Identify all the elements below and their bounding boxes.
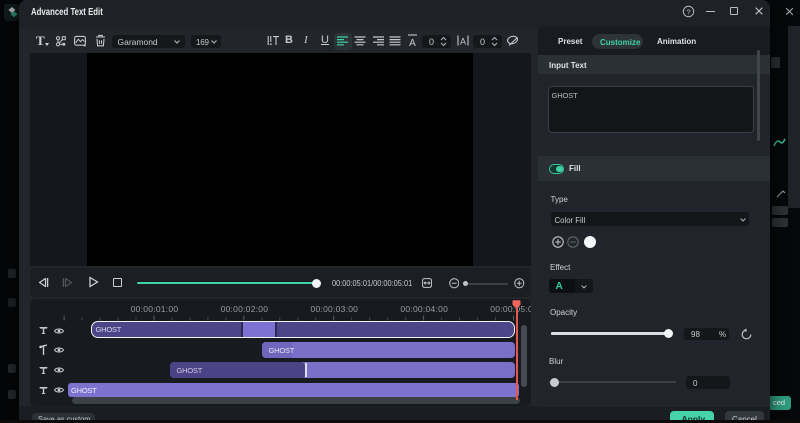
svg-text:A: A	[460, 37, 466, 47]
svg-text:?: ?	[686, 7, 690, 16]
svg-text:A: A	[409, 38, 416, 47]
